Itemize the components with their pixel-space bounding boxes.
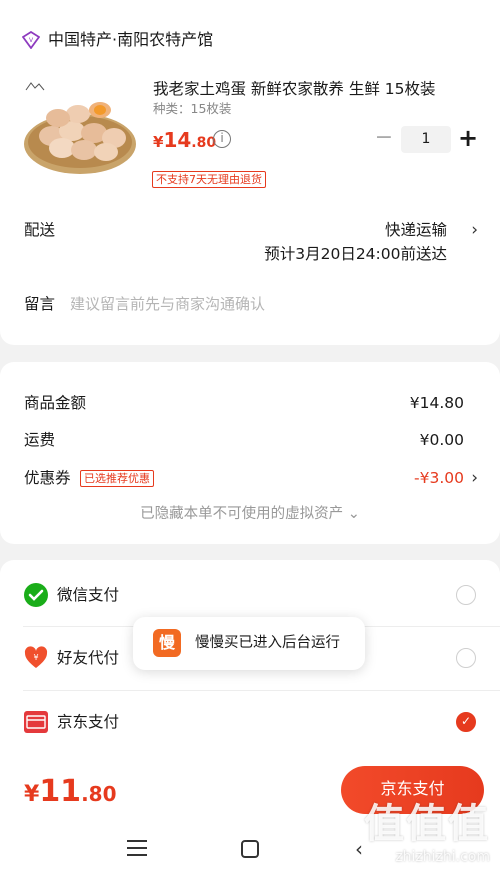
- watermark: 值值值 zhizhizhi.com: [348, 800, 490, 866]
- quantity-plus-button[interactable]: +: [456, 125, 480, 151]
- delivery-eta: 预计3月20日24:00前送达: [264, 245, 447, 263]
- shipping-value: ¥0.00: [419, 431, 464, 449]
- total-symbol: ¥: [24, 782, 40, 807]
- coupon-value[interactable]: -¥3.00: [414, 467, 464, 489]
- toast-message: 慢慢买已进入后台运行: [195, 635, 340, 651]
- svg-text:¥: ¥: [33, 653, 38, 662]
- total-price: ¥11.80: [24, 774, 117, 814]
- radio-wechat[interactable]: [456, 585, 476, 605]
- manmanmai-app-icon: 慢: [153, 629, 181, 657]
- coupon-tag: 已选推荐优惠: [80, 470, 154, 487]
- no-return-badge: 不支持7天无理由退货: [152, 171, 266, 188]
- payment-label-jd: 京东支付: [57, 713, 120, 731]
- diamond-shop-icon: V: [22, 31, 40, 49]
- watermark-logo: 值值值: [364, 801, 490, 847]
- payment-option-jd[interactable]: 京东支付 ✓: [0, 690, 500, 754]
- delivery-label: 配送: [24, 221, 56, 239]
- background-run-toast: 慢 慢慢买已进入后台运行: [133, 617, 365, 670]
- payment-label-friend: 好友代付: [57, 649, 120, 667]
- payment-label-wechat: 微信支付: [57, 586, 120, 604]
- friend-pay-icon: ¥: [24, 646, 48, 668]
- product-title[interactable]: 我老家土鸡蛋 新鲜农家散养 生鲜 15枚装: [153, 78, 436, 100]
- watermark-domain: zhizhizhi.com: [395, 849, 490, 865]
- product-image[interactable]: [22, 76, 138, 178]
- home-square-icon[interactable]: [241, 840, 259, 858]
- coupon-label: 优惠券: [24, 469, 71, 487]
- radio-friend[interactable]: [456, 648, 476, 668]
- menu-icon[interactable]: [127, 840, 147, 858]
- message-input[interactable]: [70, 290, 470, 318]
- eggs-basket-image: [22, 76, 138, 178]
- hidden-assets-toggle[interactable]: 已隐藏本单不可使用的虚拟资产 ⌄: [0, 503, 500, 525]
- svg-text:V: V: [29, 37, 34, 44]
- product-price: ¥14.80: [153, 127, 216, 156]
- order-card: V 中国特产·南阳农特产馆 我老家土鸡蛋 新鲜农家散养 生鲜 15枚装 种类：1…: [0, 0, 500, 345]
- price-integer: 14: [163, 128, 192, 152]
- wechat-pay-icon: [24, 583, 48, 607]
- delivery-method[interactable]: 快递运输: [385, 219, 447, 241]
- quantity-field[interactable]: 1: [401, 126, 451, 153]
- goods-amount-value: ¥14.80: [409, 394, 464, 412]
- price-symbol: ¥: [153, 133, 164, 151]
- goods-amount-label: 商品金额: [24, 394, 87, 412]
- total-integer: 11: [39, 774, 82, 809]
- info-icon[interactable]: i: [213, 130, 231, 148]
- chevron-right-icon[interactable]: ›: [471, 467, 478, 489]
- radio-jd-selected[interactable]: ✓: [456, 712, 476, 732]
- quantity-minus-button[interactable]: −: [372, 127, 396, 151]
- product-variant[interactable]: 种类：15枚装: [153, 100, 231, 118]
- message-label: 留言: [24, 295, 56, 313]
- shipping-label: 运费: [24, 431, 56, 449]
- total-decimal: .80: [81, 782, 117, 806]
- chevron-right-icon[interactable]: ›: [471, 219, 478, 241]
- jd-pay-icon: [24, 711, 48, 733]
- shop-name[interactable]: 中国特产·南阳农特产馆: [48, 29, 213, 51]
